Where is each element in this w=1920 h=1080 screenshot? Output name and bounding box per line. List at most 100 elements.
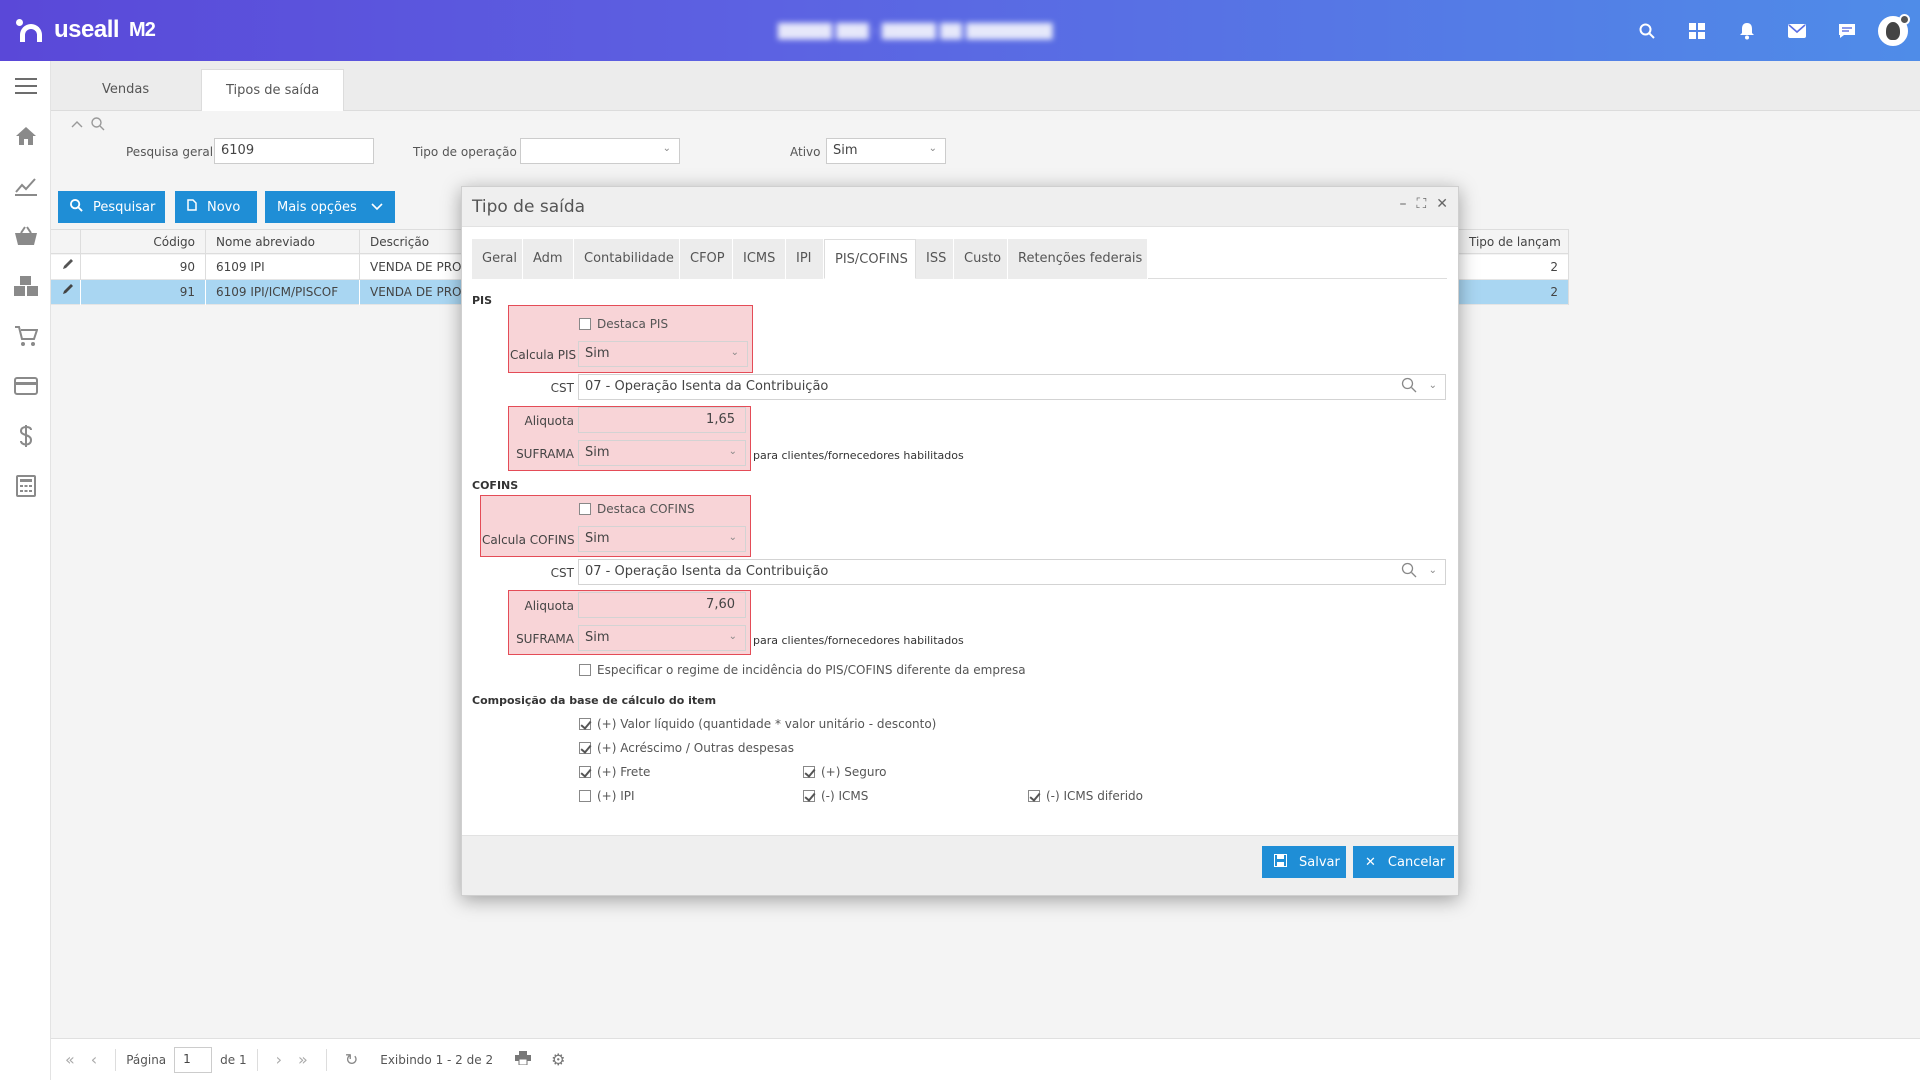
tab-pis-cofins[interactable]: PIS/COFINS [824,239,916,279]
tab-cfop[interactable]: CFOP [680,239,733,279]
col-nome[interactable]: Nome abreviado [206,230,360,255]
search-icon[interactable] [1401,377,1417,397]
suframa-cofins-select[interactable]: Sim ⌄ [578,625,746,651]
page-tabs: Vendas Tipos de saída [51,61,1920,112]
floppy-icon [1274,853,1287,871]
chevron-down-icon: ⌄ [1428,380,1437,391]
acrescimo-checkbox[interactable]: (+) Acréscimo / Outras despesas [579,741,794,755]
file-icon [187,199,197,215]
basket-icon[interactable] [0,211,51,261]
menu-icon[interactable] [0,61,51,111]
tipo-operacao-select[interactable]: ⌄ [520,138,680,164]
next-page-icon[interactable]: › [276,1050,282,1069]
calcula-cofins-value: Sim [585,531,610,546]
search-icon[interactable] [1401,562,1417,582]
tab-contabilidade[interactable]: Contabilidade [574,239,680,279]
cst-cofins-label: CST [550,566,574,580]
icms-checkbox[interactable]: (-) ICMS [803,789,868,803]
print-icon[interactable] [515,1050,532,1069]
tab-custo[interactable]: Custo [954,239,1008,279]
frete-checkbox[interactable]: (+) Frete [579,765,650,779]
search-input[interactable]: 6109 [214,138,374,164]
destaca-pis-label: Destaca PIS [597,317,669,331]
collapse-up-icon[interactable] [71,117,83,135]
page-label: Página [126,1052,167,1067]
seguro-checkbox[interactable]: (+) Seguro [803,765,886,779]
page-input[interactable]: 1 [174,1046,213,1073]
ipi-checkbox[interactable]: (+) IPI [579,789,635,803]
minimize-icon[interactable]: – [1399,196,1406,212]
logo[interactable]: useall M2 [16,14,156,46]
maximize-icon[interactable]: ⛶ [1416,196,1426,212]
col-codigo[interactable]: Código [81,230,206,255]
checkbox-icon [579,503,591,515]
suframa-pis-select[interactable]: Sim ⌄ [578,440,746,466]
save-button[interactable]: Salvar [1262,846,1346,878]
boxes-icon[interactable] [0,261,51,311]
mail-icon[interactable] [1772,0,1822,61]
col-tipo-lancamento[interactable]: Tipo de lançam [1459,230,1569,255]
tab-vendas[interactable]: Vendas [78,69,173,112]
aliquota-cofins-input[interactable]: 7,60 [578,592,746,618]
tab-tipos-de-saida[interactable]: Tipos de saída [201,69,345,112]
modal-title: Tipo de saída [472,197,586,217]
regime-checkbox[interactable]: Especificar o regime de incidência do PI… [579,663,1026,677]
cst-pis-select[interactable]: 07 - Operação Isenta da Contribuição ⌄ [578,374,1446,400]
cart-icon[interactable] [0,311,51,361]
chevron-down-icon: ⌄ [1428,565,1437,576]
frete-label: (+) Frete [597,765,651,779]
prev-page-icon[interactable]: ‹ [91,1050,97,1069]
last-page-icon[interactable]: » [298,1050,308,1069]
destaca-cofins-checkbox[interactable]: Destaca COFINS [579,502,695,516]
search-button[interactable]: Pesquisar [58,191,165,223]
checkbox-icon [579,318,591,330]
tab-retencoes-federais[interactable]: Retenções federais [1008,239,1148,279]
close-icon[interactable]: ✕ [1436,196,1448,212]
cancel-button[interactable]: ✕ Cancelar [1353,846,1454,878]
search-label: Pesquisa geral [126,145,214,159]
refresh-icon[interactable]: ↻ [345,1050,358,1069]
filter-search-icon[interactable] [91,117,105,135]
home-icon[interactable] [0,111,51,161]
new-button[interactable]: Novo [175,191,257,223]
chevron-down-icon: ⌄ [662,143,671,154]
suframa-pis-value: Sim [585,445,610,460]
card-icon[interactable] [0,361,51,411]
calcula-cofins-select[interactable]: Sim ⌄ [578,526,746,552]
destaca-pis-checkbox[interactable]: Destaca PIS [579,317,668,331]
grid-icon[interactable] [1672,0,1722,61]
tab-ipi[interactable]: IPI [786,239,824,279]
suframa-cofins-note: para clientes/fornecedores habilitados [753,634,964,647]
valor-liquido-checkbox[interactable]: (+) Valor líquido (quantidade * valor un… [579,717,936,731]
cell-tipo: 2 [1459,280,1569,305]
chart-icon[interactable] [0,161,51,211]
bell-icon[interactable] [1722,0,1772,61]
cell-nome: 6109 IPI/ICM/PISCOF [206,280,360,305]
search-icon[interactable] [1622,0,1672,61]
edit-icon[interactable] [51,255,81,280]
settings-icon[interactable]: ⚙ [551,1050,565,1069]
tab-adm[interactable]: Adm [523,239,574,279]
ativo-select[interactable]: Sim ⌄ [826,138,946,164]
acrescimo-label: (+) Acréscimo / Outras despesas [597,741,794,755]
more-options-button[interactable]: Mais opções [265,191,395,223]
valor-liquido-label: (+) Valor líquido (quantidade * valor un… [597,717,937,731]
dollar-icon[interactable] [0,411,51,461]
tab-iss[interactable]: ISS [916,239,954,279]
tab-geral[interactable]: Geral [472,239,523,279]
section-base-calculo: Composição da base de cálculo do item [472,694,717,707]
cst-cofins-select[interactable]: 07 - Operação Isenta da Contribuição ⌄ [578,559,1446,585]
chat-icon[interactable] [1822,0,1872,61]
calcula-pis-select[interactable]: Sim ⌄ [578,341,748,367]
search-button-label: Pesquisar [93,199,156,215]
calculator-icon[interactable] [0,461,51,511]
cell-nome: 6109 IPI [206,255,360,280]
tab-icms[interactable]: ICMS [733,239,786,279]
icms-diferido-checkbox[interactable]: (-) ICMS diferido [1028,789,1143,803]
edit-icon[interactable] [51,280,81,305]
icms-label: (-) ICMS [821,789,869,803]
avatar[interactable] [1878,13,1910,46]
first-page-icon[interactable]: « [65,1050,75,1069]
aliquota-pis-input[interactable]: 1,65 [578,407,746,433]
checkbox-checked-icon [803,790,815,802]
